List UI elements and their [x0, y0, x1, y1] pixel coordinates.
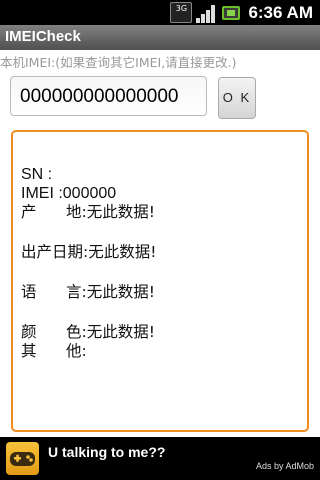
- app-title: IMEICheck: [5, 28, 81, 45]
- network-type-badge: 3G: [170, 2, 193, 23]
- title-bar: IMEICheck: [0, 25, 320, 50]
- status-bar: 3G 6:36 AM: [0, 0, 320, 25]
- result-sn: SN :: [21, 166, 53, 183]
- result-other: 其 他:: [21, 342, 87, 360]
- battery-icon: [222, 5, 241, 20]
- result-origin: 产 地:无此数据!: [21, 203, 155, 221]
- result-panel: SN : IMEI :000000 产 地:无此数据! 出产日期:无此数据! 语…: [11, 130, 309, 432]
- status-icons: 3G 6:36 AM: [170, 0, 320, 25]
- result-language: 语 言:无此数据!: [21, 283, 155, 301]
- imei-input[interactable]: 000000000000000: [10, 76, 207, 116]
- imei-hint: 本机IMEI:(如果查询其它IMEI,请直接更改.): [0, 55, 237, 70]
- ad-banner[interactable]: U talking to me??: [0, 437, 320, 480]
- result-imei: IMEI :000000: [21, 185, 117, 202]
- status-clock: 6:36 AM: [248, 2, 313, 22]
- gamepad-icon: [6, 442, 39, 475]
- result-production-date: 出产日期:无此数据!: [21, 243, 157, 261]
- ad-attribution: Ads by AdMob: [255, 461, 314, 471]
- ok-button[interactable]: O K: [218, 77, 256, 119]
- result-color: 颜 色:无此数据!: [21, 323, 155, 341]
- signal-icon: [196, 3, 216, 23]
- ad-text[interactable]: U talking to me??: [48, 444, 165, 460]
